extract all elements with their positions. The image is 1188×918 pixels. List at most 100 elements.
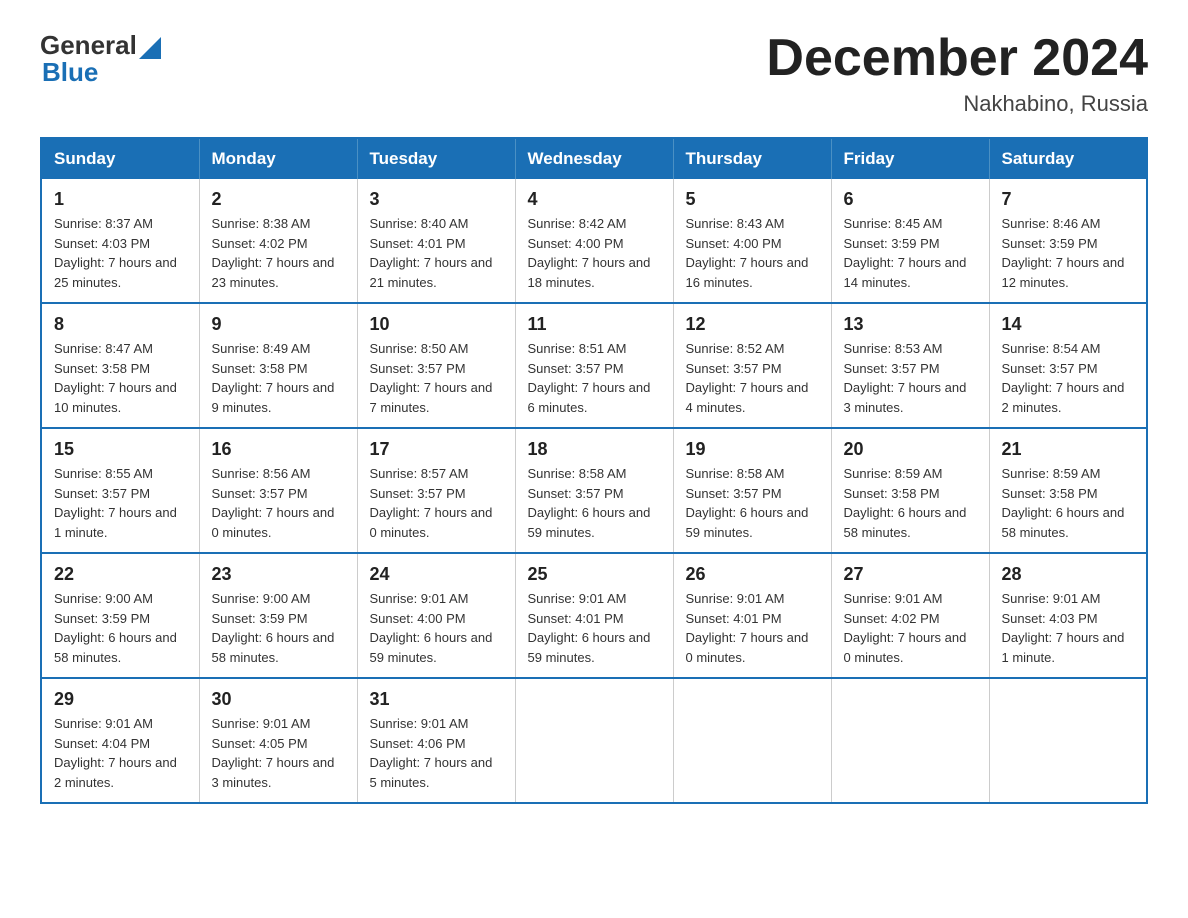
calendar-cell-w2-d1: 8 Sunrise: 8:47 AMSunset: 3:58 PMDayligh… [41, 303, 199, 428]
calendar-cell-w5-d7 [989, 678, 1147, 803]
day-info: Sunrise: 8:59 AMSunset: 3:58 PMDaylight:… [1002, 466, 1125, 540]
calendar-cell-w2-d6: 13 Sunrise: 8:53 AMSunset: 3:57 PMDaylig… [831, 303, 989, 428]
calendar-cell-w4-d4: 25 Sunrise: 9:01 AMSunset: 4:01 PMDaylig… [515, 553, 673, 678]
day-info: Sunrise: 8:52 AMSunset: 3:57 PMDaylight:… [686, 341, 809, 415]
day-number: 19 [686, 439, 819, 460]
day-number: 20 [844, 439, 977, 460]
col-sunday: Sunday [41, 138, 199, 179]
day-number: 28 [1002, 564, 1135, 585]
day-info: Sunrise: 8:56 AMSunset: 3:57 PMDaylight:… [212, 466, 335, 540]
day-number: 26 [686, 564, 819, 585]
calendar-cell-w5-d4 [515, 678, 673, 803]
calendar-cell-w4-d5: 26 Sunrise: 9:01 AMSunset: 4:01 PMDaylig… [673, 553, 831, 678]
day-number: 30 [212, 689, 345, 710]
calendar-cell-w5-d2: 30 Sunrise: 9:01 AMSunset: 4:05 PMDaylig… [199, 678, 357, 803]
calendar-cell-w2-d7: 14 Sunrise: 8:54 AMSunset: 3:57 PMDaylig… [989, 303, 1147, 428]
calendar-cell-w3-d6: 20 Sunrise: 8:59 AMSunset: 3:58 PMDaylig… [831, 428, 989, 553]
day-number: 7 [1002, 189, 1135, 210]
calendar-cell-w4-d6: 27 Sunrise: 9:01 AMSunset: 4:02 PMDaylig… [831, 553, 989, 678]
col-monday: Monday [199, 138, 357, 179]
week-row-1: 1 Sunrise: 8:37 AMSunset: 4:03 PMDayligh… [41, 179, 1147, 303]
day-info: Sunrise: 8:40 AMSunset: 4:01 PMDaylight:… [370, 216, 493, 290]
day-number: 5 [686, 189, 819, 210]
col-tuesday: Tuesday [357, 138, 515, 179]
day-number: 23 [212, 564, 345, 585]
calendar-cell-w2-d4: 11 Sunrise: 8:51 AMSunset: 3:57 PMDaylig… [515, 303, 673, 428]
page-header: General Blue December 2024 Nakhabino, Ru… [40, 30, 1148, 117]
calendar-cell-w1-d7: 7 Sunrise: 8:46 AMSunset: 3:59 PMDayligh… [989, 179, 1147, 303]
col-wednesday: Wednesday [515, 138, 673, 179]
calendar-cell-w2-d2: 9 Sunrise: 8:49 AMSunset: 3:58 PMDayligh… [199, 303, 357, 428]
day-number: 9 [212, 314, 345, 335]
day-number: 21 [1002, 439, 1135, 460]
col-saturday: Saturday [989, 138, 1147, 179]
day-number: 4 [528, 189, 661, 210]
day-number: 27 [844, 564, 977, 585]
logo-blue-text: Blue [42, 57, 98, 87]
week-row-5: 29 Sunrise: 9:01 AMSunset: 4:04 PMDaylig… [41, 678, 1147, 803]
day-info: Sunrise: 8:54 AMSunset: 3:57 PMDaylight:… [1002, 341, 1125, 415]
day-info: Sunrise: 8:38 AMSunset: 4:02 PMDaylight:… [212, 216, 335, 290]
day-info: Sunrise: 9:01 AMSunset: 4:00 PMDaylight:… [370, 591, 493, 665]
day-info: Sunrise: 8:58 AMSunset: 3:57 PMDaylight:… [686, 466, 809, 540]
calendar-cell-w3-d4: 18 Sunrise: 8:58 AMSunset: 3:57 PMDaylig… [515, 428, 673, 553]
calendar-cell-w5-d6 [831, 678, 989, 803]
calendar-subtitle: Nakhabino, Russia [766, 91, 1148, 117]
day-info: Sunrise: 8:50 AMSunset: 3:57 PMDaylight:… [370, 341, 493, 415]
day-info: Sunrise: 8:47 AMSunset: 3:58 PMDaylight:… [54, 341, 177, 415]
calendar-cell-w3-d2: 16 Sunrise: 8:56 AMSunset: 3:57 PMDaylig… [199, 428, 357, 553]
calendar-title: December 2024 [766, 30, 1148, 87]
day-info: Sunrise: 9:01 AMSunset: 4:03 PMDaylight:… [1002, 591, 1125, 665]
day-number: 18 [528, 439, 661, 460]
calendar-cell-w1-d1: 1 Sunrise: 8:37 AMSunset: 4:03 PMDayligh… [41, 179, 199, 303]
calendar-cell-w5-d3: 31 Sunrise: 9:01 AMSunset: 4:06 PMDaylig… [357, 678, 515, 803]
calendar-cell-w1-d2: 2 Sunrise: 8:38 AMSunset: 4:02 PMDayligh… [199, 179, 357, 303]
calendar-cell-w3-d7: 21 Sunrise: 8:59 AMSunset: 3:58 PMDaylig… [989, 428, 1147, 553]
calendar-cell-w5-d5 [673, 678, 831, 803]
day-number: 11 [528, 314, 661, 335]
calendar-cell-w3-d1: 15 Sunrise: 8:55 AMSunset: 3:57 PMDaylig… [41, 428, 199, 553]
day-info: Sunrise: 8:53 AMSunset: 3:57 PMDaylight:… [844, 341, 967, 415]
day-number: 6 [844, 189, 977, 210]
calendar-header-row: Sunday Monday Tuesday Wednesday Thursday… [41, 138, 1147, 179]
day-info: Sunrise: 8:51 AMSunset: 3:57 PMDaylight:… [528, 341, 651, 415]
day-info: Sunrise: 9:01 AMSunset: 4:06 PMDaylight:… [370, 716, 493, 790]
calendar-cell-w1-d6: 6 Sunrise: 8:45 AMSunset: 3:59 PMDayligh… [831, 179, 989, 303]
day-info: Sunrise: 8:58 AMSunset: 3:57 PMDaylight:… [528, 466, 651, 540]
calendar-title-block: December 2024 Nakhabino, Russia [766, 30, 1148, 117]
calendar-cell-w4-d7: 28 Sunrise: 9:01 AMSunset: 4:03 PMDaylig… [989, 553, 1147, 678]
day-number: 17 [370, 439, 503, 460]
day-number: 24 [370, 564, 503, 585]
calendar-cell-w1-d5: 5 Sunrise: 8:43 AMSunset: 4:00 PMDayligh… [673, 179, 831, 303]
day-number: 22 [54, 564, 187, 585]
calendar-cell-w2-d3: 10 Sunrise: 8:50 AMSunset: 3:57 PMDaylig… [357, 303, 515, 428]
day-number: 31 [370, 689, 503, 710]
day-info: Sunrise: 8:45 AMSunset: 3:59 PMDaylight:… [844, 216, 967, 290]
day-number: 16 [212, 439, 345, 460]
day-number: 2 [212, 189, 345, 210]
calendar-cell-w4-d3: 24 Sunrise: 9:01 AMSunset: 4:00 PMDaylig… [357, 553, 515, 678]
day-info: Sunrise: 8:37 AMSunset: 4:03 PMDaylight:… [54, 216, 177, 290]
day-number: 29 [54, 689, 187, 710]
day-info: Sunrise: 9:01 AMSunset: 4:04 PMDaylight:… [54, 716, 177, 790]
calendar-cell-w1-d3: 3 Sunrise: 8:40 AMSunset: 4:01 PMDayligh… [357, 179, 515, 303]
day-info: Sunrise: 8:59 AMSunset: 3:58 PMDaylight:… [844, 466, 967, 540]
day-info: Sunrise: 8:42 AMSunset: 4:00 PMDaylight:… [528, 216, 651, 290]
calendar-cell-w3-d5: 19 Sunrise: 8:58 AMSunset: 3:57 PMDaylig… [673, 428, 831, 553]
day-number: 10 [370, 314, 503, 335]
calendar-cell-w2-d5: 12 Sunrise: 8:52 AMSunset: 3:57 PMDaylig… [673, 303, 831, 428]
day-number: 12 [686, 314, 819, 335]
logo-triangle-icon [139, 37, 161, 59]
col-thursday: Thursday [673, 138, 831, 179]
day-number: 13 [844, 314, 977, 335]
day-number: 14 [1002, 314, 1135, 335]
day-info: Sunrise: 8:55 AMSunset: 3:57 PMDaylight:… [54, 466, 177, 540]
day-info: Sunrise: 9:01 AMSunset: 4:01 PMDaylight:… [686, 591, 809, 665]
day-info: Sunrise: 9:01 AMSunset: 4:01 PMDaylight:… [528, 591, 651, 665]
week-row-2: 8 Sunrise: 8:47 AMSunset: 3:58 PMDayligh… [41, 303, 1147, 428]
logo: General Blue [40, 30, 161, 88]
calendar-cell-w3-d3: 17 Sunrise: 8:57 AMSunset: 3:57 PMDaylig… [357, 428, 515, 553]
calendar-cell-w4-d2: 23 Sunrise: 9:00 AMSunset: 3:59 PMDaylig… [199, 553, 357, 678]
day-info: Sunrise: 8:46 AMSunset: 3:59 PMDaylight:… [1002, 216, 1125, 290]
day-info: Sunrise: 9:01 AMSunset: 4:02 PMDaylight:… [844, 591, 967, 665]
